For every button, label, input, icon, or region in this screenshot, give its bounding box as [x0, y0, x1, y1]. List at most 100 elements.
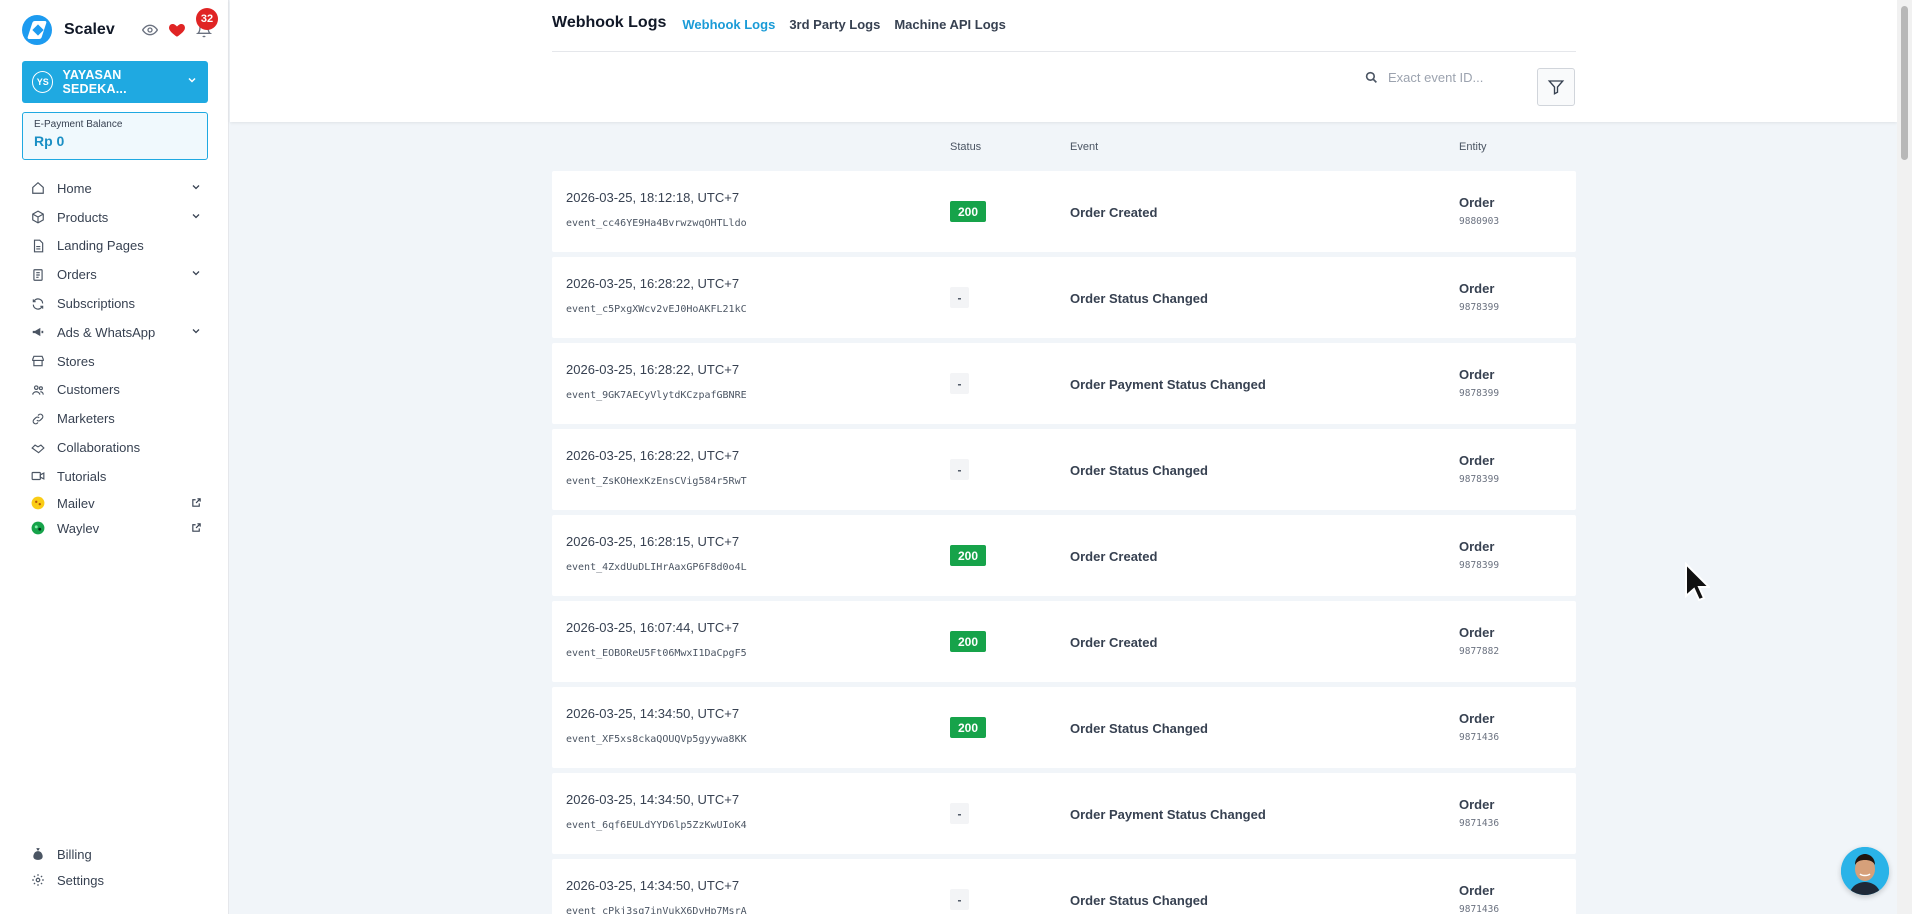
chevron-down-icon	[186, 73, 198, 91]
tab-webhook-logs[interactable]: Webhook Logs	[682, 17, 775, 32]
event-search	[1365, 70, 1518, 85]
support-chat-button[interactable]	[1841, 847, 1889, 895]
table-row[interactable]: 2026-03-25, 16:28:15, UTC+7 event_4ZxdUuD…	[552, 515, 1576, 596]
mailev-logo-icon	[30, 495, 46, 511]
entity-type: Order	[1459, 281, 1495, 296]
log-timestamp: 2026-03-25, 14:34:50, UTC+7	[566, 706, 740, 721]
table-row[interactable]: 2026-03-25, 18:12:18, UTC+7 event_cc46YE9…	[552, 171, 1576, 252]
entity-id: 9878399	[1459, 560, 1500, 571]
external-link-icon	[191, 521, 202, 536]
sidebar-item-billing[interactable]: Billing	[22, 841, 208, 867]
filter-button[interactable]	[1537, 68, 1575, 106]
money-bag-icon	[30, 846, 46, 862]
box-icon	[30, 209, 46, 225]
event-id: event_4ZxdUuDLIHrAaxGP6F8d0o4L	[566, 562, 747, 573]
status-badge: -	[950, 803, 969, 824]
sidebar-item-home[interactable]: Home	[22, 174, 208, 203]
video-icon	[30, 468, 46, 484]
sidebar-item-customers[interactable]: Customers	[22, 376, 208, 405]
sidebar-item-landing-pages[interactable]: Landing Pages	[22, 232, 208, 261]
scalev-logo-icon[interactable]	[22, 15, 52, 45]
sidebar-item-tutorials[interactable]: Tutorials	[22, 462, 208, 491]
org-name: YAYASAN SEDEKA...	[62, 68, 127, 96]
status-badge: 200	[950, 631, 986, 652]
chevron-down-icon	[190, 210, 202, 225]
link-icon	[30, 411, 46, 427]
column-header-status: Status	[950, 141, 982, 153]
users-icon	[30, 382, 46, 398]
log-tabs: Webhook Logs 3rd Party Logs Machine API …	[682, 14, 1005, 32]
event-name: Order Status Changed	[1070, 463, 1208, 478]
scrollbar-thumb[interactable]	[1901, 6, 1908, 160]
mouse-cursor-icon	[1684, 561, 1712, 607]
log-timestamp: 2026-03-25, 16:28:22, UTC+7	[566, 448, 740, 463]
entity-type: Order	[1459, 195, 1495, 210]
entity-type: Order	[1459, 797, 1495, 812]
sidebar-item-subscriptions[interactable]: Subscriptions	[22, 289, 208, 318]
sidebar-bottom-nav: Billing Settings	[22, 841, 208, 893]
entity-id: 9880903	[1459, 216, 1500, 227]
entity-id: 9871436	[1459, 818, 1500, 829]
sidebar-item-products[interactable]: Products	[22, 203, 208, 232]
entity-id: 9877882	[1459, 646, 1500, 657]
event-name: Order Payment Status Changed	[1070, 807, 1266, 822]
entity-type: Order	[1459, 883, 1495, 898]
status-badge: -	[950, 459, 969, 480]
search-input[interactable]	[1388, 70, 1518, 85]
sidebar-item-orders[interactable]: Orders	[22, 260, 208, 289]
sidebar-item-mailev[interactable]: Mailev	[22, 491, 208, 516]
table-row[interactable]: 2026-03-25, 14:34:50, UTC+7 event_cPkj3sq…	[552, 859, 1576, 914]
table-row[interactable]: 2026-03-25, 14:34:50, UTC+7 event_XF5xs8c…	[552, 687, 1576, 768]
document-icon	[30, 238, 46, 254]
tab-machine-api-logs[interactable]: Machine API Logs	[894, 17, 1005, 32]
org-avatar: YS	[32, 71, 54, 93]
event-id: event_EOBOReU5Ft06MwxI1DaCpgF5	[566, 648, 747, 659]
page-title: Webhook Logs	[552, 14, 667, 31]
event-id: event_XF5xs8ckaQOUQVp5gyywa8KK	[566, 734, 747, 745]
sidebar-item-waylev[interactable]: Waylev	[22, 516, 208, 541]
event-id: event_9GK7AECyVlytdKCzpafGBNRE	[566, 390, 747, 401]
event-id: event_c5PxgXWcv2vEJ0HoAKFL21kC	[566, 304, 747, 315]
table-row[interactable]: 2026-03-25, 16:28:22, UTC+7 event_9GK7AEC…	[552, 343, 1576, 424]
sidebar-item-marketers[interactable]: Marketers	[22, 404, 208, 433]
sidebar-item-ads-whatsapp[interactable]: Ads & WhatsApp	[22, 318, 208, 347]
sidebar-nav: Home Products Landing Pages Orders Subsc…	[22, 174, 208, 541]
organization-switcher[interactable]: YS YAYASAN SEDEKA...	[22, 61, 208, 103]
event-name: Order Payment Status Changed	[1070, 377, 1266, 392]
entity-id: 9871436	[1459, 904, 1500, 914]
external-link-icon	[191, 496, 202, 511]
status-badge: 200	[950, 201, 986, 222]
status-badge: 200	[950, 717, 986, 738]
refresh-icon	[30, 296, 46, 312]
waylev-logo-icon	[30, 520, 46, 536]
table-row[interactable]: 2026-03-25, 16:28:22, UTC+7 event_ZsKOHex…	[552, 429, 1576, 510]
table-row[interactable]: 2026-03-25, 16:28:22, UTC+7 event_c5PxgXW…	[552, 257, 1576, 338]
entity-id: 9871436	[1459, 732, 1500, 743]
page-header: Webhook Logs Webhook Logs 3rd Party Logs…	[230, 0, 1897, 122]
sidebar: Scalev 32 YS YAYASAN SEDEKA... E-Payment…	[0, 0, 229, 914]
status-badge: -	[950, 889, 969, 910]
notification-bell-button[interactable]: 32	[196, 8, 218, 38]
store-icon	[30, 353, 46, 369]
table-row[interactable]: 2026-03-25, 16:07:44, UTC+7 event_EOBOReU…	[552, 601, 1576, 682]
status-badge: -	[950, 373, 969, 394]
entity-type: Order	[1459, 453, 1495, 468]
e-payment-balance-card[interactable]: E-Payment Balance Rp 0	[22, 112, 208, 160]
entity-type: Order	[1459, 625, 1495, 640]
table-row[interactable]: 2026-03-25, 14:34:50, UTC+7 event_6qf6EUL…	[552, 773, 1576, 854]
page-scrollbar[interactable]	[1897, 0, 1912, 914]
sidebar-item-settings[interactable]: Settings	[22, 867, 208, 893]
eye-icon[interactable]	[142, 22, 158, 38]
status-badge: 200	[950, 545, 986, 566]
entity-id: 9878399	[1459, 302, 1500, 313]
entity-type: Order	[1459, 539, 1495, 554]
sidebar-item-stores[interactable]: Stores	[22, 347, 208, 376]
sidebar-item-collaborations[interactable]: Collaborations	[22, 433, 208, 462]
log-timestamp: 2026-03-25, 16:28:22, UTC+7	[566, 362, 740, 377]
tab-3rd-party-logs[interactable]: 3rd Party Logs	[789, 17, 880, 32]
home-icon	[30, 180, 46, 196]
heart-icon[interactable]	[168, 21, 186, 39]
brand-name: Scalev	[64, 21, 115, 38]
entity-id: 9878399	[1459, 388, 1500, 399]
log-timestamp: 2026-03-25, 16:28:15, UTC+7	[566, 534, 740, 549]
